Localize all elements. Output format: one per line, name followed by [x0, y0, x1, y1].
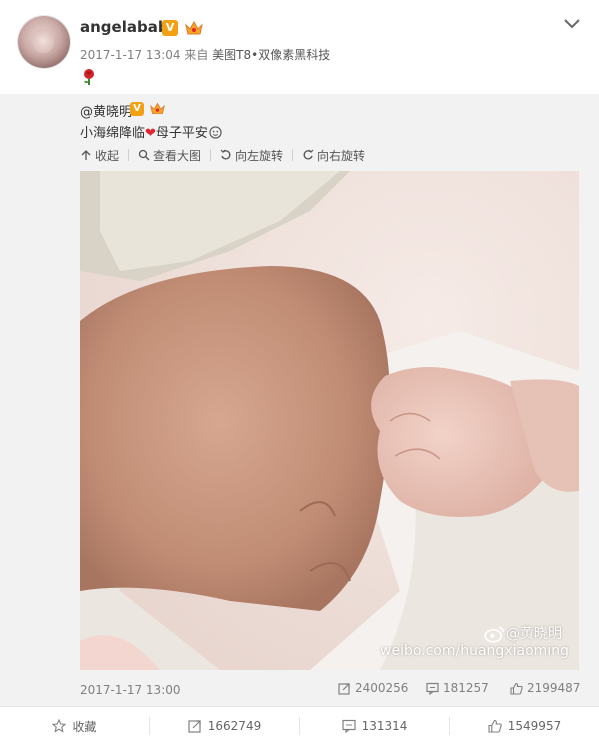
quoted-text: 小海绵降临❤母子平安 [80, 122, 222, 141]
toolbar-separator [201, 146, 220, 164]
heart-icon: ❤ [145, 126, 156, 141]
rotate-left-button[interactable]: 向左旋转 [220, 146, 283, 164]
quoted-like-value: 2199487 [527, 681, 581, 695]
quoted-mention-link[interactable]: @黄晓明 [80, 101, 132, 120]
post-action-bar: 收藏 1662749 131314 1549957 [0, 706, 599, 745]
quoted-text-part2: 母子平安 [155, 126, 208, 141]
favorite-button[interactable]: 收藏 [0, 707, 149, 745]
quoted-comment-count[interactable]: 181257 [426, 681, 489, 695]
rotate-right-icon [303, 149, 314, 160]
comment-count: 131314 [361, 719, 408, 733]
weibo-post-card: angelababy V 2017-1-17 13:04 来自 美图T8•双像素… [0, 0, 599, 745]
quoted-date[interactable]: 2017-1-17 13:00 [80, 683, 181, 697]
repost-icon [338, 682, 350, 695]
hugging-emoji-icon [209, 126, 222, 139]
repost-button[interactable]: 1662749 [150, 707, 299, 745]
watermark-username: @黄晓明 [506, 626, 562, 642]
vip-crown-icon [185, 20, 203, 35]
comment-icon [426, 682, 439, 695]
thumbs-up-icon [488, 719, 502, 733]
thumbs-up-icon [510, 682, 523, 695]
collapse-button[interactable]: 收起 [80, 146, 119, 164]
photo-illustration [80, 171, 579, 670]
quoted-repost-value: 2400256 [355, 681, 409, 695]
post-source[interactable]: 美图T8•双像素黑科技 [212, 48, 330, 62]
quoted-like-count[interactable]: 2199487 [510, 681, 580, 695]
star-icon [52, 719, 67, 733]
quoted-comment-value: 181257 [443, 681, 489, 695]
view-large-label: 查看大图 [153, 148, 202, 163]
post-photo[interactable]: @黄晓明 weibo.com/huangxiaoming [80, 171, 579, 670]
source-prefix: 来自 [184, 48, 209, 62]
comment-button[interactable]: 131314 [300, 707, 449, 745]
repost-count: 1662749 [207, 719, 262, 733]
rotate-left-label: 向左旋转 [235, 148, 284, 163]
avatar[interactable] [18, 16, 70, 68]
comment-icon [341, 719, 356, 733]
view-large-button[interactable]: 查看大图 [138, 146, 201, 164]
watermark-url: weibo.com/huangxiaoming [380, 643, 569, 659]
toolbar-separator [119, 146, 138, 164]
quoted-text-part1: 小海绵降临 [80, 126, 146, 141]
like-count: 1549957 [507, 719, 562, 733]
rose-emoji-icon [84, 69, 94, 85]
quoted-vip-crown-icon [150, 102, 165, 114]
weibo-logo-icon [484, 626, 504, 643]
rotate-right-button[interactable]: 向右旋转 [302, 146, 365, 164]
repost-icon [188, 720, 201, 733]
collapse-label: 收起 [95, 148, 120, 163]
magnifier-icon [138, 149, 150, 161]
image-toolbar: 收起 查看大图 向左旋转 向右旋转 [80, 146, 365, 164]
like-button[interactable]: 1549957 [450, 707, 599, 745]
toolbar-separator [283, 146, 302, 164]
arrow-up-icon [81, 150, 91, 160]
rotate-left-icon [220, 149, 231, 160]
quoted-repost-count[interactable]: 2400256 [338, 681, 408, 695]
favorite-label: 收藏 [72, 719, 97, 734]
post-meta: 2017-1-17 13:04 来自 美图T8•双像素黑科技 [80, 46, 330, 63]
chevron-down-icon[interactable] [562, 16, 582, 30]
quoted-verified-badge-icon: V [130, 102, 144, 116]
verified-badge-icon: V [162, 20, 178, 36]
rotate-right-label: 向右旋转 [317, 148, 366, 163]
post-timestamp[interactable]: 2017-1-17 13:04 [80, 48, 181, 62]
